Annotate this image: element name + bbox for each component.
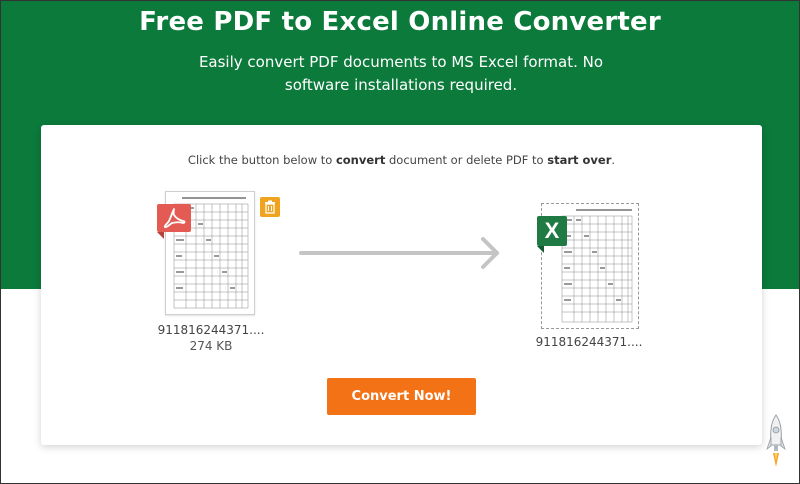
page-subtitle: Easily convert PDF documents to MS Excel… [198, 53, 604, 94]
instruction-part: Click the button below to [187, 153, 336, 167]
instruction-part: . [611, 153, 616, 167]
instruction-emphasis-start-over: start over [547, 153, 612, 167]
source-file-name: 911816244371.... [157, 323, 265, 337]
instruction-emphasis-convert: convert [335, 153, 386, 167]
convert-now-button[interactable]: Convert Now! [327, 378, 476, 415]
source-file-size: 274 KB [189, 339, 233, 353]
instruction-text: Click the button below to convert docume… [41, 153, 762, 167]
trash-icon[interactable] [260, 197, 280, 217]
converter-card: Click the button below to convert docume… [41, 125, 762, 445]
page-title: Free PDF to Excel Online Converter [139, 7, 661, 37]
rocket-icon[interactable] [765, 413, 787, 471]
pdf-icon [157, 204, 191, 239]
output-file-name: 911816244371.... [535, 335, 643, 349]
arrow-right-icon [299, 237, 499, 269]
excel-icon: X [537, 216, 567, 253]
instruction-part: document or delete PDF to [385, 153, 548, 167]
